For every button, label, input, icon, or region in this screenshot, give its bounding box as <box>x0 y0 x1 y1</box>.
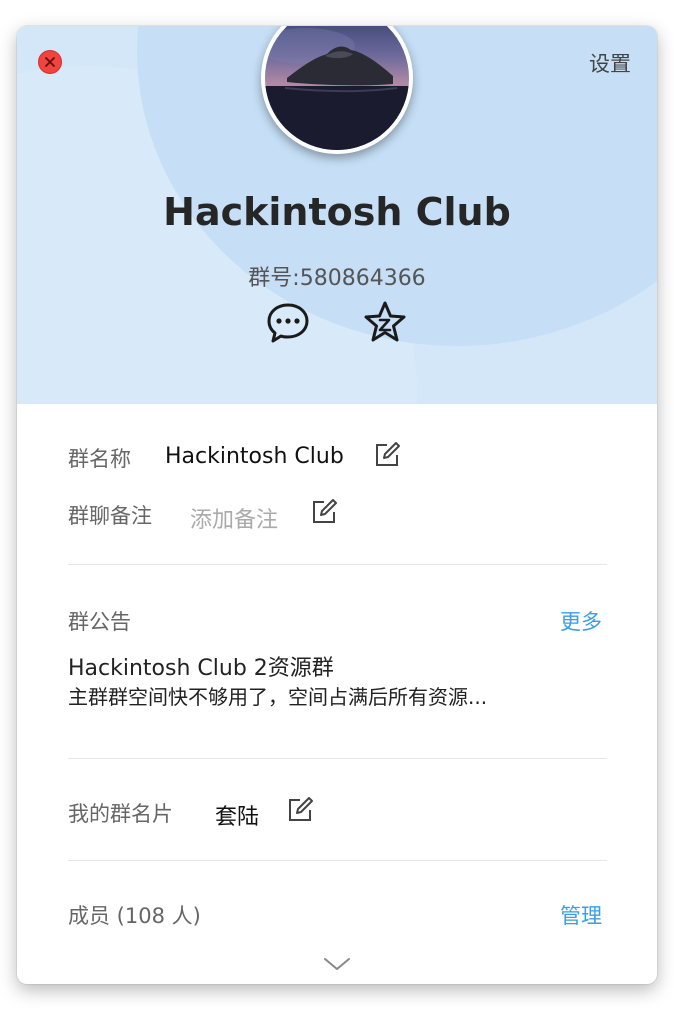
send-message-button[interactable] <box>265 302 311 348</box>
settings-button[interactable]: 设置 <box>589 48 631 78</box>
divider <box>68 758 607 759</box>
expand-button[interactable] <box>323 956 351 976</box>
chat-bubble-icon <box>267 303 309 343</box>
group-remark-label: 群聊备注 <box>68 504 152 528</box>
edit-icon <box>313 499 337 523</box>
group-profile-window: 设置 Hackintosh Club 群号:580864366 群名称 Hack… <box>17 26 657 984</box>
close-button[interactable] <box>38 50 62 74</box>
my-group-card-label: 我的群名片 <box>68 802 173 826</box>
edit-group-remark-button[interactable] <box>310 498 338 530</box>
edit-icon <box>289 797 313 821</box>
edit-group-card-button[interactable] <box>286 796 314 828</box>
chevron-down-icon <box>324 958 350 970</box>
favorite-button[interactable] <box>361 300 409 350</box>
divider <box>68 860 607 861</box>
notice-body: 主群群空间快不够用了，空间占满后所有资源... <box>68 685 488 709</box>
close-icon <box>45 57 55 67</box>
notice-title: Hackintosh Club 2资源群 <box>68 656 334 681</box>
group-remark-placeholder[interactable]: 添加备注 <box>190 502 278 534</box>
group-name-label: 群名称 <box>68 447 131 471</box>
edit-icon <box>376 442 400 466</box>
group-number: 群号:580864366 <box>248 266 426 291</box>
notice-more-link[interactable]: 更多 <box>560 606 602 636</box>
group-name-value: Hackintosh Club <box>165 444 344 469</box>
avatar-image <box>265 26 409 150</box>
star-icon <box>364 301 406 342</box>
members-manage-link[interactable]: 管理 <box>560 900 602 930</box>
group-notice-label: 群公告 <box>68 610 131 634</box>
members-label: 成员 (108 人) <box>68 904 201 928</box>
edit-group-name-button[interactable] <box>373 441 401 473</box>
divider <box>68 564 607 565</box>
my-group-card-value: 套陆 <box>215 805 260 830</box>
group-title: Hackintosh Club <box>163 190 511 234</box>
